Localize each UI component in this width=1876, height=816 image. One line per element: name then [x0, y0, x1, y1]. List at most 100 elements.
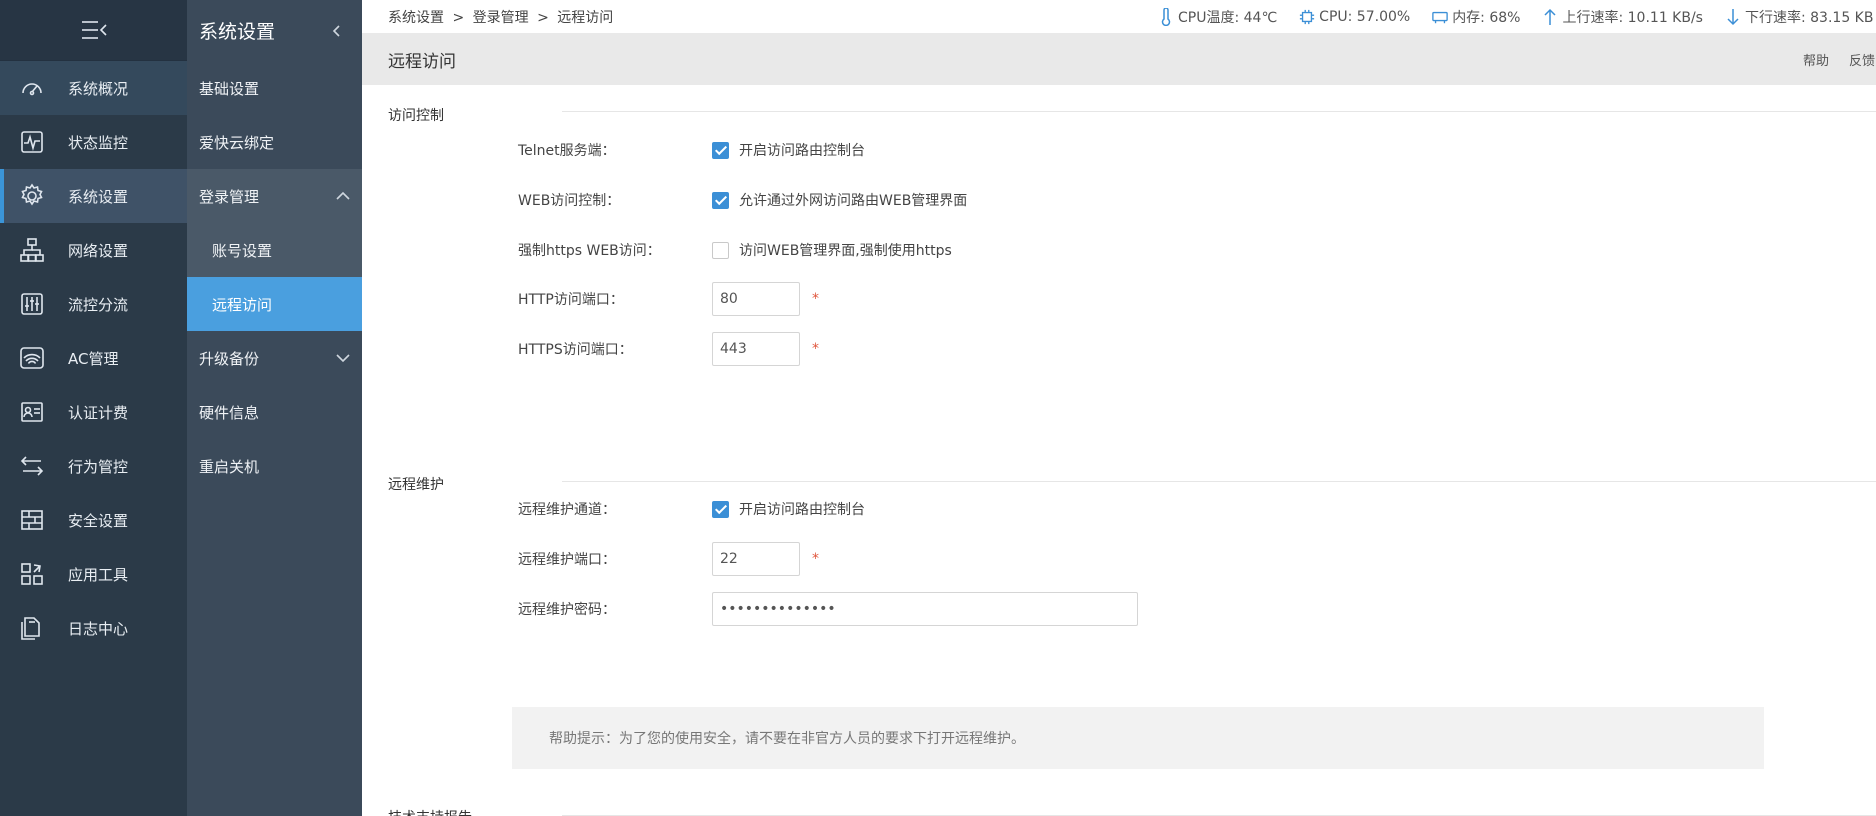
- submenu-item-basic[interactable]: 基础设置: [187, 61, 362, 115]
- menu-toggle-button[interactable]: [0, 0, 187, 61]
- sidebar-item-label: 应用工具: [68, 565, 129, 584]
- remote-password-input[interactable]: [712, 592, 1138, 626]
- feedback-link[interactable]: 反馈: [1849, 50, 1875, 69]
- section-divider: [562, 111, 1876, 112]
- arrow-down-icon: [1727, 8, 1739, 25]
- submenu-item-account[interactable]: 账号设置: [187, 223, 362, 277]
- force-https-row: 强制https WEB访问： 访问WEB管理界面,强制使用https: [518, 233, 952, 267]
- sidebar-item-label: 系统设置: [68, 187, 129, 206]
- system-stats: CPU温度: 44℃ CPU: 57.00% 内存: 68% 上行速率: 10.…: [1158, 0, 1876, 33]
- cpu-temp-stat: CPU温度: 44℃: [1158, 7, 1277, 27]
- sidebar-item-logs[interactable]: 日志中心: [0, 601, 187, 655]
- web-access-checkbox-label[interactable]: 允许通过外网访问路由WEB管理界面: [739, 190, 967, 210]
- breadcrumb-item[interactable]: 登录管理: [473, 10, 529, 26]
- section-title-remote-maintenance: 远程维护: [388, 477, 444, 493]
- main-sidebar: 系统概况 状态监控 系统设置 网络设置 流控分流 AC管理 认证计费 行为管控 …: [0, 0, 187, 816]
- main-content: 访问控制 Telnet服务端： 开启访问路由控制台 WEB访问控制： 允许通过外…: [362, 85, 1876, 816]
- http-port-input[interactable]: [712, 282, 800, 316]
- remote-port-row: 远程维护端口： *: [518, 542, 819, 576]
- remote-channel-row: 远程维护通道： 开启访问路由控制台: [518, 492, 865, 526]
- submenu-item-label: 登录管理: [199, 187, 260, 206]
- sidebar-item-overview[interactable]: 系统概况: [0, 61, 187, 115]
- network-tree-icon: [18, 236, 46, 264]
- sidebar-item-label: 日志中心: [68, 619, 129, 638]
- section-divider: [562, 481, 1876, 482]
- firewall-icon: [18, 506, 46, 534]
- submenu-item-login-mgmt[interactable]: 登录管理: [187, 169, 362, 223]
- http-port-row: HTTP访问端口： *: [518, 282, 819, 316]
- sliders-icon: [18, 290, 46, 318]
- help-link[interactable]: 帮助: [1803, 50, 1829, 69]
- force-https-checkbox-label[interactable]: 访问WEB管理界面,强制使用https: [739, 240, 952, 260]
- sidebar-item-security[interactable]: 安全设置: [0, 493, 187, 547]
- sidebar-item-auth-billing[interactable]: 认证计费: [0, 385, 187, 439]
- remote-port-label: 远程维护端口：: [518, 552, 616, 568]
- web-access-checkbox[interactable]: [712, 191, 729, 209]
- https-port-input[interactable]: [712, 332, 800, 366]
- apps-grid-icon: [18, 560, 46, 588]
- cpu-chip-icon: [1300, 9, 1315, 24]
- submenu-item-cloud-bind[interactable]: 爱快云绑定: [187, 115, 362, 169]
- breadcrumb-separator: >: [452, 9, 465, 26]
- telnet-row: Telnet服务端： 开启访问路由控制台: [518, 133, 865, 167]
- submenu-header: 系统设置: [187, 0, 362, 61]
- sidebar-item-flow-control[interactable]: 流控分流: [0, 277, 187, 331]
- page-title-bar: 远程访问 帮助 反馈: [362, 33, 1876, 85]
- sidebar-item-system-settings[interactable]: 系统设置: [0, 169, 187, 223]
- sidebar-item-label: 流控分流: [68, 295, 129, 314]
- submenu-item-label: 重启关机: [199, 457, 260, 476]
- remote-channel-label: 远程维护通道：: [518, 502, 616, 518]
- submenu-item-upgrade-backup[interactable]: 升级备份: [187, 331, 362, 385]
- submenu-item-hardware[interactable]: 硬件信息: [187, 385, 362, 439]
- submenu-item-label: 硬件信息: [199, 403, 260, 422]
- sidebar-item-label: 网络设置: [68, 241, 129, 260]
- arrow-up-icon: [1544, 8, 1557, 25]
- sidebar-item-label: 认证计费: [68, 403, 129, 422]
- help-tip-text: 帮助提示：为了您的使用安全，请不要在非官方人员的要求下打开远程维护。: [549, 731, 1025, 747]
- sidebar-item-monitor[interactable]: 状态监控: [0, 115, 187, 169]
- section-title-support-report: 技术支持报告: [388, 807, 472, 816]
- https-port-row: HTTPS访问端口： *: [518, 332, 819, 366]
- sidebar-item-behavior[interactable]: 行为管控: [0, 439, 187, 493]
- force-https-checkbox[interactable]: [712, 241, 729, 259]
- remote-port-input[interactable]: [712, 542, 800, 576]
- chevron-left-icon[interactable]: [330, 24, 344, 38]
- telnet-label: Telnet服务端：: [518, 143, 616, 159]
- cpu-value: CPU: 57.00%: [1319, 8, 1411, 25]
- sidebar-item-ac[interactable]: AC管理: [0, 331, 187, 385]
- telnet-checkbox[interactable]: [712, 141, 729, 159]
- swap-arrows-icon: [18, 452, 46, 480]
- sidebar-item-network[interactable]: 网络设置: [0, 223, 187, 277]
- telnet-checkbox-label[interactable]: 开启访问路由控制台: [739, 140, 865, 160]
- sidebar-item-label: 行为管控: [68, 457, 129, 476]
- download-value: 下行速率: 83.15 KB: [1744, 9, 1874, 26]
- submenu-item-remote-access[interactable]: 远程访问: [187, 277, 362, 331]
- required-marker: *: [812, 551, 819, 567]
- force-https-label: 强制https WEB访问：: [518, 243, 661, 259]
- web-access-row: WEB访问控制： 允许通过外网访问路由WEB管理界面: [518, 183, 967, 217]
- id-card-icon: [18, 398, 46, 426]
- sidebar-item-label: AC管理: [68, 349, 119, 368]
- remote-password-row: 远程维护密码：: [518, 592, 1138, 626]
- breadcrumb-item[interactable]: 系统设置: [388, 10, 444, 26]
- breadcrumb: 系统设置 > 登录管理 > 远程访问: [388, 7, 617, 27]
- submenu-item-label: 升级备份: [199, 349, 260, 368]
- chevron-down-icon: [336, 354, 350, 363]
- thermometer-icon: [1161, 7, 1171, 26]
- chevron-up-icon: [336, 191, 350, 200]
- web-access-label: WEB访问控制：: [518, 193, 621, 209]
- sidebar-item-label: 安全设置: [68, 511, 129, 530]
- https-port-label: HTTPS访问端口：: [518, 342, 633, 358]
- sidebar-item-label: 系统概况: [68, 79, 129, 98]
- submenu-title: 系统设置: [199, 21, 276, 43]
- required-marker: *: [812, 341, 819, 357]
- upload-stat: 上行速率: 10.11 KB/s: [1542, 7, 1703, 27]
- document-copy-icon: [18, 614, 46, 642]
- submenu-item-reboot[interactable]: 重启关机: [187, 439, 362, 493]
- sidebar-item-app-tools[interactable]: 应用工具: [0, 547, 187, 601]
- title-links: 帮助 反馈: [1803, 33, 1876, 85]
- remote-channel-checkbox[interactable]: [712, 500, 729, 518]
- download-stat: 下行速率: 83.15 KB: [1725, 7, 1873, 27]
- cpu-stat: CPU: 57.00%: [1299, 8, 1410, 26]
- remote-channel-checkbox-label[interactable]: 开启访问路由控制台: [739, 499, 865, 519]
